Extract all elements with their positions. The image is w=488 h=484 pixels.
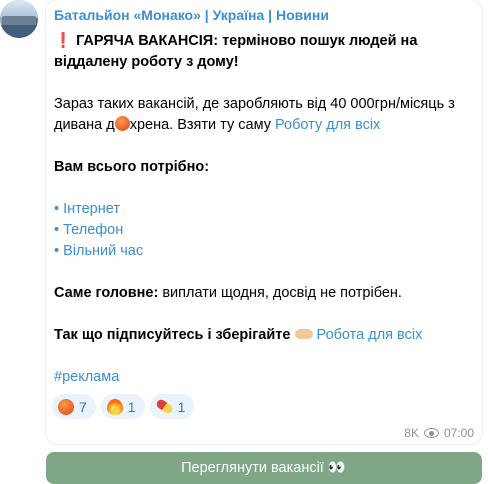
angry-face-icon (114, 116, 130, 131)
pointing-hand-icon (294, 329, 313, 339)
views-count: 8K (404, 426, 419, 440)
subscribe-text: Так що підписуйтесь і зберігайте (54, 327, 291, 343)
message-text: ❗ ГАРЯЧА ВАКАНСІЯ: терміново пошук людей… (54, 31, 470, 388)
exclamation-icon: ❗ (54, 33, 73, 49)
fire-icon (106, 398, 123, 415)
view-vacancies-button[interactable]: Переглянути вакансії 👀 (46, 452, 482, 484)
reactions-bar: 7 1 1 (52, 394, 195, 419)
angry-face-icon (58, 398, 74, 415)
reaction-count: 1 (177, 398, 186, 415)
eyes-icon: 👀 (327, 460, 347, 476)
main-point-text: виплати щодня, досвід не потрібен. (158, 285, 402, 301)
hashtag-link[interactable]: #реклама (54, 369, 119, 385)
robota-link-1[interactable]: Роботу для всіх (275, 117, 380, 133)
message-meta: 8K 07:00 (404, 426, 474, 440)
body-text-2: хрена. Взяти ту саму (129, 117, 275, 133)
list-item-free-time[interactable]: • Вільний час (54, 243, 143, 259)
reaction-pill[interactable]: 1 (149, 394, 195, 419)
reaction-count: 7 (79, 398, 87, 415)
channel-avatar[interactable] (0, 0, 38, 38)
avatar-sea (0, 25, 38, 38)
message-bubble: Батальйон «Монако» | Україна | Новини ❗ … (46, 0, 482, 444)
requirements-heading: Вам всього потрібно: (54, 159, 210, 175)
reaction-fire[interactable]: 1 (100, 394, 145, 419)
pill-icon (154, 397, 174, 416)
main-point-label: Саме головне: (54, 285, 159, 301)
robota-link-2[interactable]: Робота для всіх (317, 327, 423, 343)
reaction-count: 1 (127, 398, 136, 415)
channel-title[interactable]: Батальйон «Монако» | Україна | Новини (54, 7, 329, 23)
list-item-internet[interactable]: • Інтернет (54, 201, 120, 217)
eye-icon (423, 428, 439, 438)
list-item-phone[interactable]: • Телефон (54, 222, 123, 238)
reaction-angry[interactable]: 7 (52, 394, 96, 419)
view-vacancies-label: Переглянути вакансії (181, 460, 324, 476)
headline: ГАРЯЧА ВАКАНСІЯ: терміново пошук людей н… (54, 33, 418, 70)
message-time: 07:00 (443, 426, 474, 440)
